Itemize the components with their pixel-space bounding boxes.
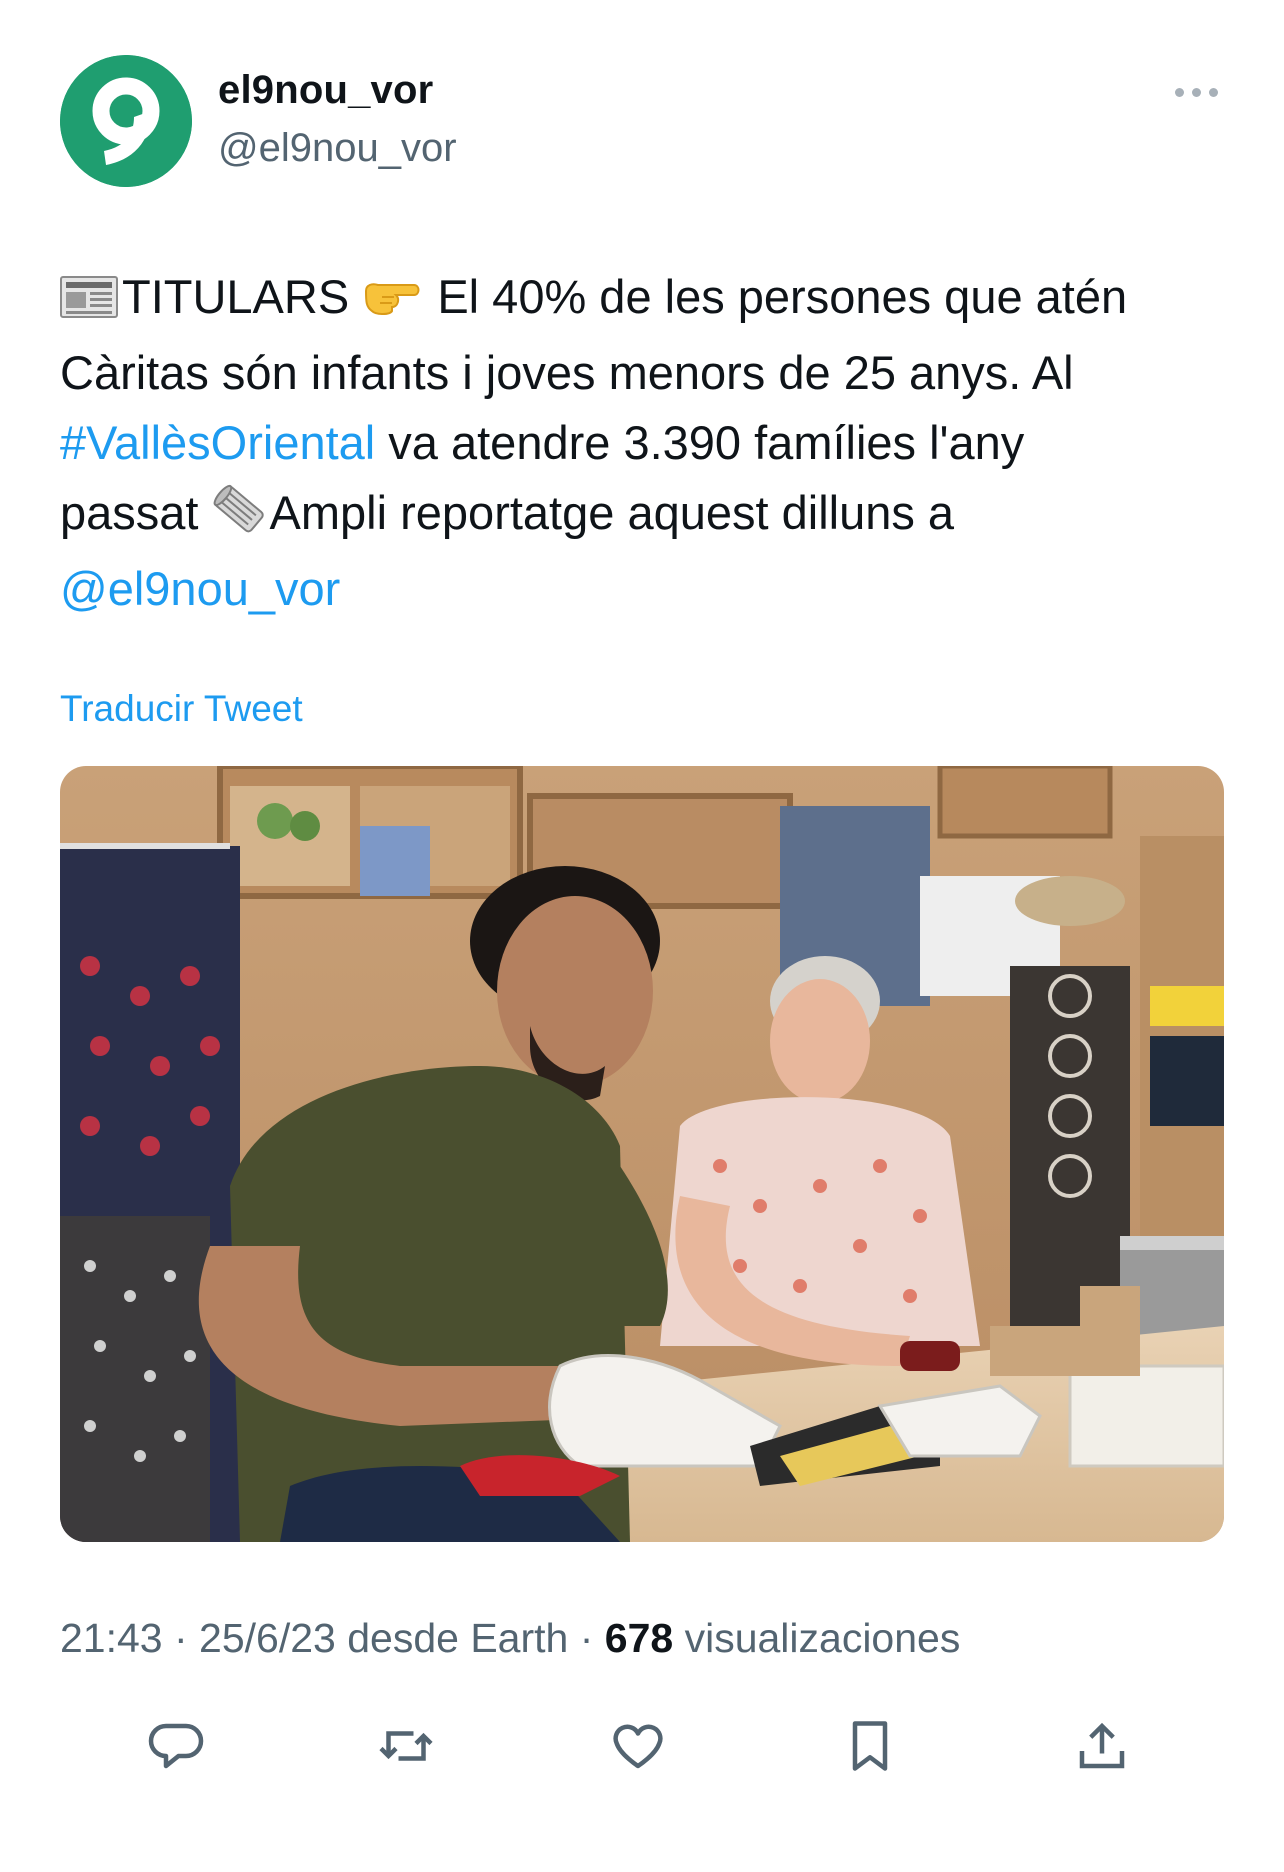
meta-separator: · (568, 1615, 605, 1661)
tweet-headline-label: TITULARS (122, 270, 350, 323)
meta-separator: · (162, 1615, 200, 1661)
photo-charity-shop (60, 766, 1224, 1542)
tweet-time[interactable]: 21:43 (60, 1615, 163, 1661)
like-icon (613, 1724, 663, 1769)
display-name[interactable]: el9nou_vor (218, 68, 433, 113)
tweet-photo[interactable] (60, 766, 1224, 1542)
tweet-line-3: #VallèsOriental va atendre 3.390 famílie… (60, 408, 1230, 478)
tweet-actions-bar (0, 1700, 1284, 1790)
views-count[interactable]: 678 (605, 1615, 673, 1661)
tweet-line-3-text: va atendre 3.390 famílies l'any (375, 416, 1025, 469)
translate-tweet-link[interactable]: Traducir Tweet (60, 688, 303, 730)
retweet-button[interactable] (370, 1710, 442, 1782)
tweet-source: desde Earth (335, 1615, 569, 1661)
mention-link[interactable]: @el9nou_vor (60, 562, 340, 615)
bookmark-button[interactable] (834, 1710, 906, 1782)
rolled-newspaper-emoji (212, 483, 266, 554)
tweet-line-4-start: passat (60, 486, 212, 539)
more-dot-icon (1208, 87, 1218, 97)
tweet-line-4-text: Ampli reportatge aquest dilluns a (269, 486, 955, 539)
hashtag-link[interactable]: #VallèsOriental (60, 416, 375, 469)
el9nou-logo (60, 55, 192, 187)
tweet-line-1-text: El 40% de les persones que atén (437, 270, 1128, 323)
more-options-button[interactable] (1168, 72, 1224, 112)
newspaper-emoji (60, 268, 118, 338)
bookmark-icon (852, 1721, 888, 1771)
tweet-date[interactable]: 25/6/23 (199, 1615, 336, 1661)
avatar[interactable] (60, 55, 192, 187)
views-label[interactable]: visualizaciones (673, 1615, 961, 1661)
tweet-line-1: TITULARS El 40% de les persones que atén (60, 262, 1230, 338)
user-handle[interactable]: @el9nou_vor (218, 126, 457, 171)
share-button[interactable] (1066, 1710, 1138, 1782)
share-icon (1079, 1722, 1125, 1769)
reply-button[interactable] (140, 1710, 212, 1782)
tweet-text: TITULARS El 40% de les persones que atén… (60, 262, 1230, 624)
tweet-line-5: @el9nou_vor (60, 554, 1230, 624)
more-dot-icon (1191, 87, 1201, 97)
more-dot-icon (1174, 87, 1184, 97)
retweet-icon (379, 1731, 433, 1761)
reply-icon (148, 1723, 204, 1769)
tweet-line-2: Càritas són infants i joves menors de 25… (60, 346, 1074, 399)
tweet-meta: 21:43 · 25/6/23 desde Earth · 678 visual… (60, 1615, 960, 1662)
like-button[interactable] (602, 1710, 674, 1782)
tweet-line-4: passat Ampli reportatge aquest dilluns a (60, 478, 1230, 554)
pointing-right-emoji (362, 268, 420, 338)
